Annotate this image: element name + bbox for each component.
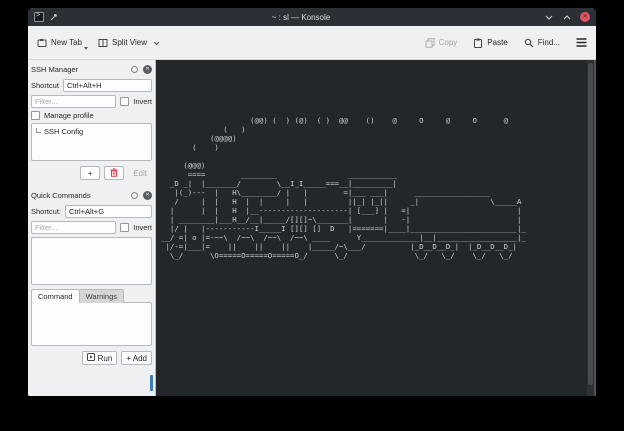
qc-add-button[interactable]: + Add [121, 351, 152, 365]
ssh-edit-button[interactable]: Edit [128, 166, 152, 180]
hamburger-icon [576, 38, 587, 47]
manage-profile-checkbox[interactable] [31, 111, 40, 120]
ssh-manager-close-button[interactable] [143, 65, 152, 74]
tab-command[interactable]: Command [31, 289, 80, 303]
terminal-view[interactable]: (@@) ( ) (@) ( ) @@ () @ O @ O @ ( ) (@@… [156, 60, 596, 396]
konsole-window: ~ : sl — Konsole New Tab Split View [28, 8, 596, 396]
qc-shortcut-label: Shortcut: [31, 207, 61, 216]
quick-commands-close-button[interactable] [143, 191, 152, 200]
quick-commands-float-button[interactable] [131, 192, 138, 199]
ssh-shortcut-label: Shortcut [31, 81, 59, 90]
qc-run-button[interactable]: Run [82, 351, 118, 365]
ssh-manager-panel: SSH Manager Shortcut Invert Manage profi… [31, 63, 152, 180]
new-tab-icon [37, 38, 47, 48]
quick-commands-panel: Quick Commands Shortcut: Invert Command … [31, 189, 152, 365]
panel-scrollbar-thumb[interactable] [150, 375, 153, 391]
paste-icon [473, 38, 483, 48]
run-icon [87, 353, 95, 363]
close-button[interactable] [580, 12, 590, 22]
split-view-icon [98, 38, 108, 48]
quick-commands-title: Quick Commands [31, 191, 131, 200]
minimize-button[interactable] [544, 12, 554, 22]
maximize-button[interactable] [562, 12, 572, 22]
terminal-scrollbar[interactable] [587, 60, 594, 396]
search-icon [524, 38, 534, 48]
split-view-chevron-icon [153, 40, 160, 46]
new-tab-dropdown-caret[interactable] [84, 47, 88, 50]
ssh-manager-title: SSH Manager [31, 65, 131, 74]
qc-filter-input[interactable] [31, 221, 116, 234]
paste-button[interactable]: Paste [473, 38, 507, 48]
ssh-add-button[interactable]: + [80, 166, 100, 180]
find-button[interactable]: Find... [524, 38, 560, 48]
tab-warnings[interactable]: Warnings [79, 289, 124, 303]
side-panel-column: SSH Manager Shortcut Invert Manage profi… [28, 60, 156, 396]
split-view-button[interactable]: Split View [98, 38, 160, 48]
trash-icon [110, 168, 118, 179]
ssh-invert-checkbox[interactable] [120, 97, 129, 106]
ssh-delete-button[interactable] [104, 166, 124, 180]
hamburger-menu-button[interactable] [576, 38, 587, 47]
qc-command-editor[interactable] [31, 302, 152, 346]
copy-button[interactable]: Copy [425, 38, 458, 48]
sl-train-ascii-art: (@@) ( ) (@) ( ) @@ () @ O @ O @ ( ) (@@… [161, 116, 526, 260]
manage-profile-label: Manage profile [44, 111, 94, 120]
pin-icon[interactable] [50, 8, 58, 26]
ssh-filter-input[interactable] [31, 95, 116, 108]
ssh-config-tree[interactable]: SSH Config [31, 123, 152, 161]
qc-shortcut-input[interactable] [65, 205, 152, 218]
ssh-shortcut-input[interactable] [63, 79, 152, 92]
window-title: ~ : sl — Konsole [58, 13, 544, 22]
new-tab-button[interactable]: New Tab [37, 38, 82, 48]
copy-icon [425, 38, 435, 48]
ssh-manager-header: SSH Manager [31, 63, 152, 76]
toolbar: New Tab Split View Copy Paste [28, 26, 596, 60]
qc-tabs: Command Warnings [31, 289, 152, 303]
quick-commands-list[interactable] [31, 237, 152, 285]
main-area: SSH Manager Shortcut Invert Manage profi… [28, 60, 596, 396]
tree-branch-icon [36, 128, 41, 133]
ssh-invert-label: Invert [133, 97, 152, 106]
titlebar: ~ : sl — Konsole [28, 8, 596, 26]
ssh-manager-float-button[interactable] [131, 66, 138, 73]
terminal-scrollbar-thumb[interactable] [588, 63, 593, 385]
panel-divider [31, 180, 152, 188]
konsole-app-icon [34, 12, 44, 22]
qc-invert-label: Invert [133, 223, 152, 232]
tree-item-ssh-config[interactable]: SSH Config [34, 127, 149, 136]
qc-invert-checkbox[interactable] [120, 223, 129, 232]
quick-commands-header: Quick Commands [31, 189, 152, 202]
